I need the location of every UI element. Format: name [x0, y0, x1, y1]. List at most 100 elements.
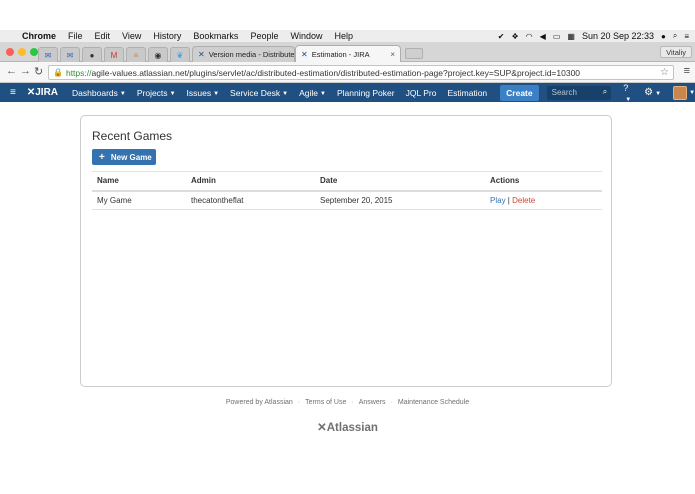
delete-link[interactable]: Delete: [512, 196, 535, 205]
nav-dashboards[interactable]: Dashboards ▼: [72, 88, 126, 98]
tab-version-media[interactable]: ✕ Version media - Distributed ×: [192, 46, 295, 62]
tab-estimation-jira[interactable]: ✕ Estimation - JIRA ×: [295, 45, 401, 62]
nav-issues[interactable]: Issues ▼: [187, 88, 220, 98]
play-link[interactable]: Play: [490, 196, 506, 205]
caret-down-icon: ▼: [319, 90, 326, 97]
page-title: Recent Games: [92, 129, 173, 143]
flag-icon[interactable]: ▦: [567, 32, 575, 41]
new-tab-button[interactable]: [405, 48, 423, 59]
nav-estimation[interactable]: Estimation: [447, 88, 487, 98]
close-window-icon[interactable]: [6, 48, 14, 56]
tab-title: Version media - Distributed: [208, 50, 295, 59]
gmail-icon: M: [110, 50, 118, 60]
minimize-window-icon[interactable]: [18, 48, 26, 56]
atlassian-logo[interactable]: ✕Atlassian: [0, 420, 695, 434]
caret-down-icon: ▼: [625, 96, 632, 103]
help-menu[interactable]: ?▼: [623, 83, 632, 103]
caret-down-icon: ▼: [169, 90, 176, 97]
zoom-window-icon[interactable]: [30, 48, 38, 56]
tabs: ✉ ✉ ● M ≡ ◉ ❦ ✕ Version media - Distribu…: [38, 45, 423, 62]
menu-chrome[interactable]: Chrome: [22, 31, 56, 41]
nav-label: Service Desk: [230, 87, 281, 98]
close-tab-icon[interactable]: ×: [390, 50, 395, 59]
column-header-date: Date: [315, 171, 485, 192]
battery-icon[interactable]: ▭: [553, 32, 561, 41]
mail-icon: ✉: [44, 50, 52, 60]
game-name: My Game: [92, 190, 186, 210]
gear-icon: ⚙: [644, 87, 654, 98]
menu-history[interactable]: History: [153, 31, 181, 41]
menu-people[interactable]: People: [250, 31, 278, 41]
back-arrow-icon[interactable]: ←: [6, 65, 17, 77]
status-area: ✔ ❖ ◠ ◀ ▭ ▦ Sun 20 Sep 22:33 ● ⌕ ≡: [498, 30, 689, 42]
nav-planning-poker[interactable]: Planning Poker: [337, 88, 395, 98]
caret-down-icon: ▼: [689, 89, 695, 96]
menu-file[interactable]: File: [68, 31, 83, 41]
admin-menu[interactable]: ⚙ ▼: [644, 87, 661, 98]
menu-window[interactable]: Window: [290, 31, 322, 41]
menu-view[interactable]: View: [122, 31, 141, 41]
tab-title: Estimation - JIRA: [311, 49, 370, 59]
search-input[interactable]: Search ⌕: [546, 85, 612, 100]
footer-terms[interactable]: Terms of Use: [305, 399, 346, 406]
clock[interactable]: Sun 20 Sep 22:33: [582, 31, 654, 41]
new-game-button[interactable]: + New Game: [92, 149, 156, 165]
search-icon[interactable]: ⌕: [603, 87, 607, 97]
pinned-tab-gmail[interactable]: M: [104, 47, 124, 62]
check-icon[interactable]: ✔: [498, 32, 505, 41]
table-row: My Game thecatontheflat September 20, 20…: [92, 190, 602, 210]
stackoverflow-icon: ≡: [133, 50, 139, 60]
menu-bookmarks[interactable]: Bookmarks: [193, 31, 238, 41]
help-icon: ?: [623, 82, 629, 93]
wifi-icon[interactable]: ◠: [526, 32, 533, 41]
recent-games-panel: Recent Games + New Game Name Admin Date …: [80, 115, 612, 387]
bookmark-star-icon[interactable]: ☆: [660, 67, 669, 78]
address-bar-row: ← → ↻ 🔒 https:// agile-values.atlassian.…: [0, 62, 695, 83]
forward-arrow-icon[interactable]: →: [20, 65, 31, 77]
window-controls: [6, 48, 38, 56]
app-switcher-icon[interactable]: ≡: [10, 87, 17, 98]
nav-projects[interactable]: Projects ▼: [137, 88, 176, 98]
url-field[interactable]: 🔒 https:// agile-values.atlassian.net/pl…: [48, 65, 674, 80]
create-button[interactable]: Create: [500, 84, 539, 101]
menu-help[interactable]: Help: [334, 31, 353, 41]
game-date: September 20, 2015: [315, 190, 485, 210]
footer-maintenance[interactable]: Maintenance Schedule: [398, 399, 469, 406]
footer-answers[interactable]: Answers: [359, 399, 386, 406]
user-menu[interactable]: ▼: [661, 85, 695, 100]
nav-agile[interactable]: Agile ▼: [299, 88, 326, 98]
dropbox-icon[interactable]: ❖: [512, 32, 519, 41]
caret-down-icon: ▼: [119, 90, 126, 97]
jira-favicon-icon: ✕: [301, 49, 308, 59]
footer-dot: ·: [297, 399, 301, 406]
new-game-label: New Game: [110, 152, 152, 162]
spotlight-icon[interactable]: ⌕: [673, 31, 677, 41]
reload-icon[interactable]: ↻: [34, 65, 43, 78]
tab-strip: ✉ ✉ ● M ≡ ◉ ❦ ✕ Version media - Distribu…: [0, 42, 695, 62]
pinned-tab-mail[interactable]: ✉: [38, 47, 58, 62]
nav-label: Issues: [186, 87, 212, 98]
nav-service-desk[interactable]: Service Desk ▼: [230, 88, 288, 98]
chrome-menu-icon[interactable]: ≡: [684, 65, 690, 77]
games-table: Name Admin Date Actions My Game thecaton…: [92, 171, 602, 210]
lock-icon: 🔒: [53, 68, 63, 77]
pinned-tab-github-2[interactable]: ◉: [148, 47, 168, 62]
avatar: [673, 85, 688, 100]
nav-label: Dashboards: [72, 87, 118, 98]
menu-edit[interactable]: Edit: [95, 31, 111, 41]
github-icon: ◉: [154, 50, 162, 60]
user-icon[interactable]: ●: [661, 32, 666, 41]
profile-button[interactable]: Vitaliy: [660, 46, 692, 58]
nav-jql-pro[interactable]: JQL Pro: [406, 88, 437, 98]
nav-label: Projects: [136, 87, 168, 98]
jira-logo[interactable]: ✕JIRA: [27, 87, 58, 98]
pinned-tab-twitter[interactable]: ❦: [170, 47, 190, 62]
pinned-tab-github[interactable]: ●: [82, 47, 102, 62]
volume-icon[interactable]: ◀: [540, 32, 546, 41]
notifications-icon[interactable]: ≡: [684, 32, 689, 41]
footer-powered-by[interactable]: Powered by Atlassian: [226, 399, 293, 406]
pinned-tab-stackoverflow[interactable]: ≡: [126, 47, 146, 62]
pinned-tab-inbox[interactable]: ✉: [60, 47, 80, 62]
column-header-actions: Actions: [485, 171, 602, 192]
url-scheme: https://: [65, 67, 92, 78]
